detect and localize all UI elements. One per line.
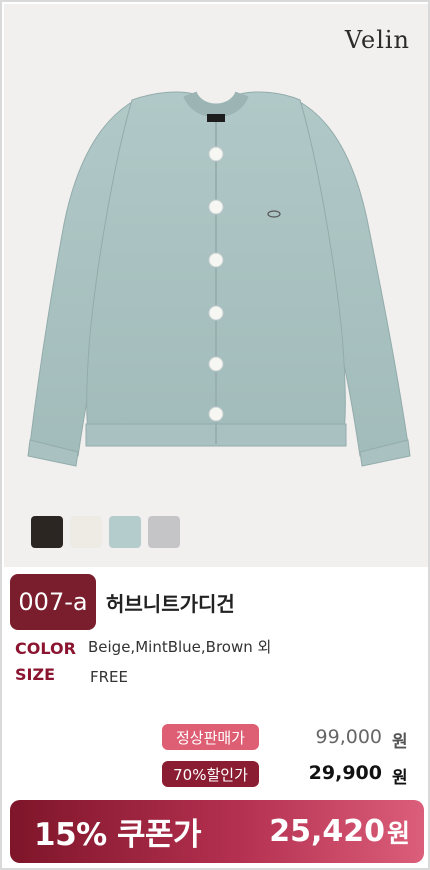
color-swatches (31, 516, 180, 548)
regular-price: 99,000 (315, 726, 382, 748)
size-value: FREE (90, 668, 129, 686)
regular-price-tag: 정상판매가 (162, 724, 259, 750)
swatch-black[interactable] (31, 516, 63, 548)
swatch-mint-blue[interactable] (109, 516, 141, 548)
product-name[interactable]: 허브니트가디건 (106, 588, 235, 617)
size-label: SIZE (15, 665, 56, 684)
sale-price-tag: 70%할인가 (162, 761, 259, 787)
coupon-price-currency: 원 (386, 818, 410, 848)
sale-price: 29,900 (308, 762, 382, 784)
sale-price-currency: 원 (392, 768, 408, 788)
color-value: Beige,MintBlue,Brown 외 (88, 638, 272, 656)
color-label: COLOR (15, 639, 76, 658)
brand-logo: Velin (344, 26, 410, 54)
regular-price-currency: 원 (392, 732, 408, 752)
swatch-gray[interactable] (148, 516, 180, 548)
product-code-badge: 007-a (10, 574, 96, 630)
swatch-beige[interactable] (70, 516, 102, 548)
coupon-price: 25,420 (269, 814, 385, 849)
coupon-label: 15% 쿠폰가 (34, 817, 202, 853)
product-card[interactable]: Velin 007-a 허브니트가디건 COLOR Beige,MintBlue… (0, 0, 430, 870)
product-photo[interactable]: Velin (4, 4, 428, 567)
cardigan-image (27, 90, 411, 467)
coupon-price-bar[interactable]: 15% 쿠폰가 25,420 원 (10, 800, 424, 863)
